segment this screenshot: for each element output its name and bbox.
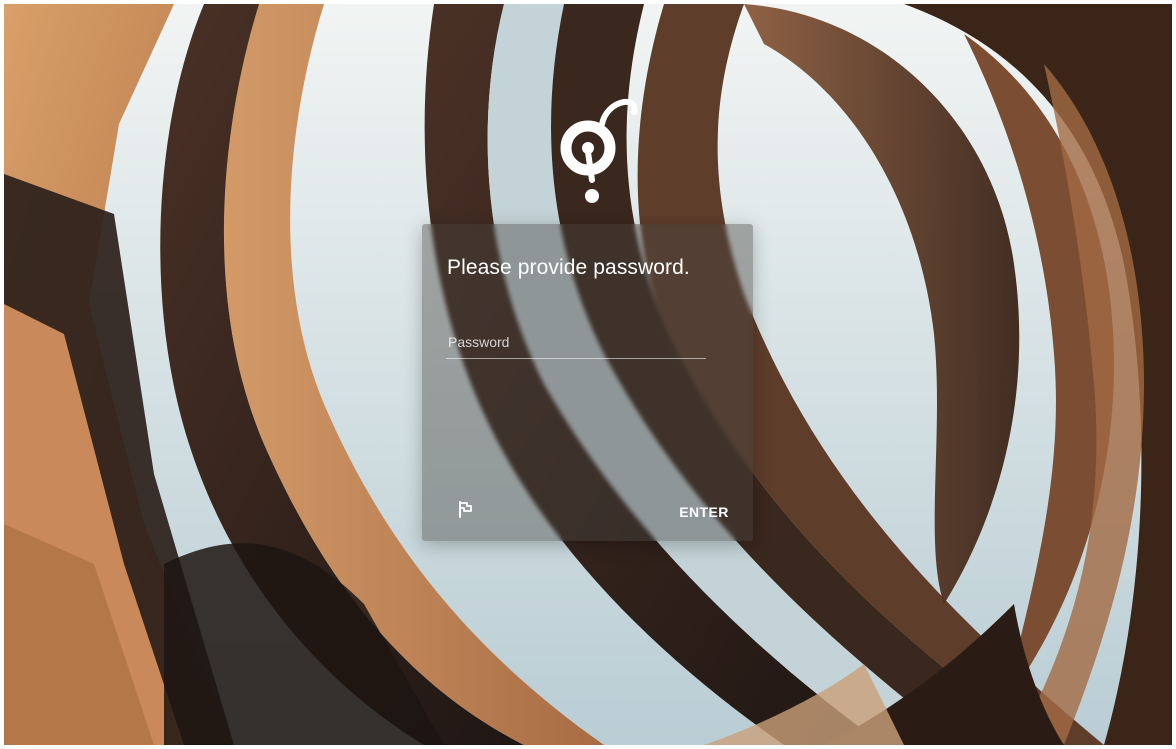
flag-icon — [459, 501, 472, 518]
keyhole-logo-icon — [560, 98, 638, 203]
report-flag-button[interactable] — [452, 496, 478, 522]
screen: Please provide password. ENTER — [4, 4, 1172, 745]
password-field — [446, 328, 710, 359]
enter-button[interactable]: ENTER — [666, 496, 742, 528]
dialog-title: Please provide password. — [447, 256, 690, 279]
password-dialog: Please provide password. ENTER — [422, 224, 753, 541]
password-input[interactable] — [446, 328, 710, 356]
